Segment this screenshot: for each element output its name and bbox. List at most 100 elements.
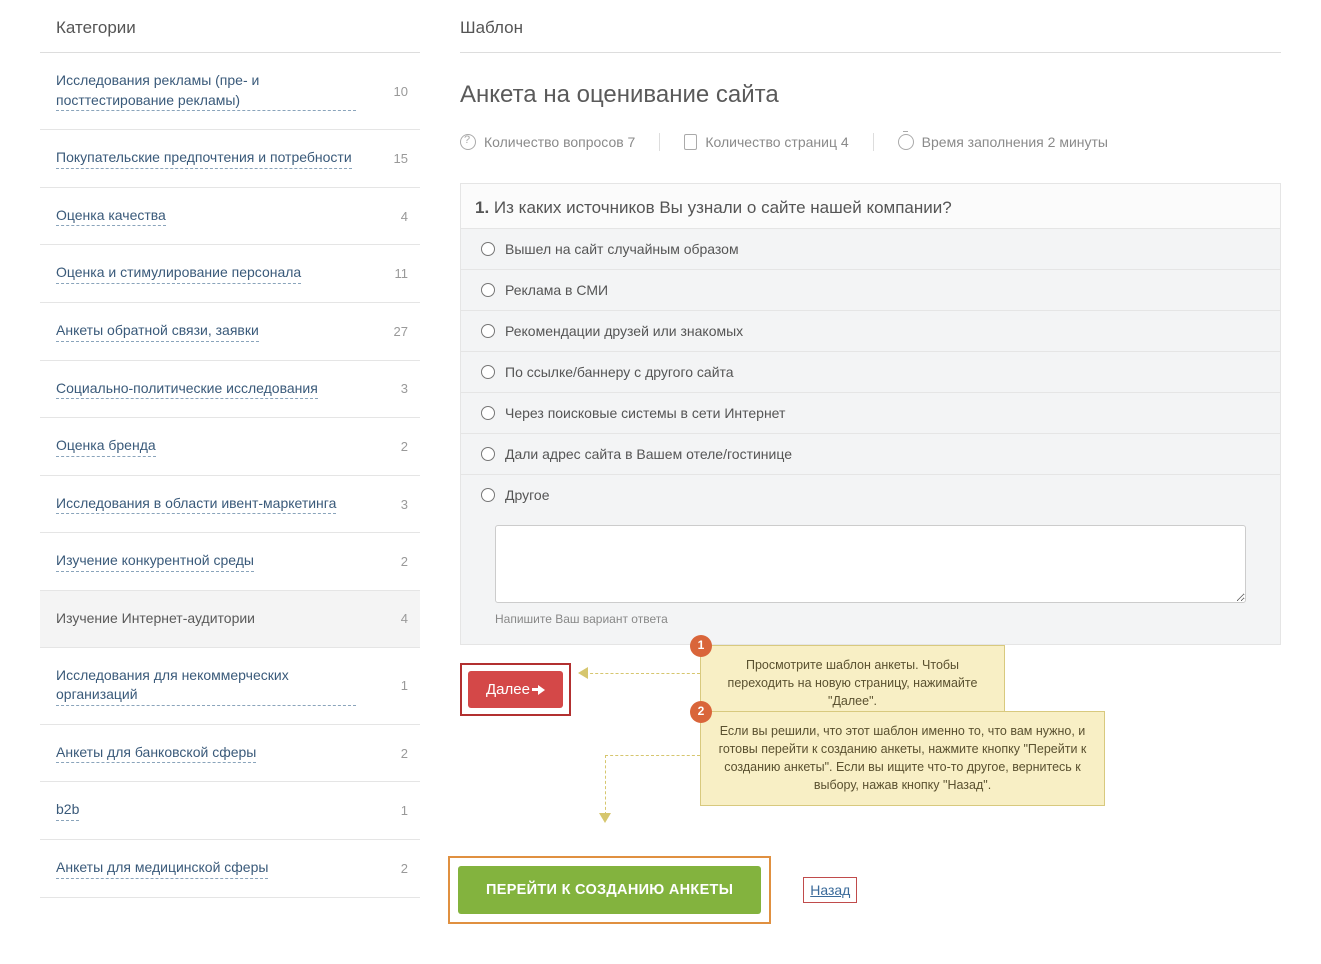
sidebar-item-label: Покупательские предпочтения и потребност… bbox=[56, 148, 352, 169]
sidebar-item-label: b2b bbox=[56, 800, 79, 821]
option-radio[interactable] bbox=[481, 324, 495, 338]
callout-2: 2 Если вы решили, что этот шаблон именно… bbox=[700, 711, 1105, 806]
meta-separator bbox=[873, 133, 874, 151]
option-label: Через поисковые системы в сети Интернет bbox=[505, 405, 785, 421]
sidebar-item[interactable]: Анкеты для медицинской сферы 2 bbox=[40, 840, 420, 898]
next-button-label: Далее bbox=[486, 681, 530, 698]
sidebar-item[interactable]: Социально-политические исследования 3 bbox=[40, 361, 420, 419]
option-row[interactable]: По ссылке/баннеру с другого сайта bbox=[461, 351, 1280, 392]
sidebar-item[interactable]: Оценка бренда2 bbox=[40, 418, 420, 476]
sidebar-item-label: Исследования для некоммерческих организа… bbox=[56, 666, 356, 706]
meta-pages-label: Количество страниц 4 bbox=[705, 134, 848, 150]
sidebar-item[interactable]: Покупательские предпочтения и потребност… bbox=[40, 130, 420, 188]
option-row[interactable]: Реклама в СМИ bbox=[461, 269, 1280, 310]
sidebar-item-label: Анкеты обратной связи, заявки bbox=[56, 321, 259, 342]
sidebar-title: Категории bbox=[40, 10, 420, 53]
sidebar-item-label: Социально-политические исследования bbox=[56, 379, 318, 400]
option-row[interactable]: Через поисковые системы в сети Интернет bbox=[461, 392, 1280, 433]
sidebar-item[interactable]: Оценка и стимулирование персонала 11 bbox=[40, 245, 420, 303]
sidebar-item-count: 2 bbox=[401, 439, 408, 454]
option-radio[interactable] bbox=[481, 365, 495, 379]
sidebar-item-count: 11 bbox=[395, 266, 409, 281]
create-survey-button[interactable]: ПЕРЕЙТИ К СОЗДАНИЮ АНКЕТЫ bbox=[458, 866, 761, 914]
option-radio[interactable] bbox=[481, 242, 495, 256]
option-label: Рекомендации друзей или знакомых bbox=[505, 323, 743, 339]
sidebar-item-label: Анкеты для банковской сферы bbox=[56, 743, 256, 764]
sidebar-item-label: Изучение конкурентной среды bbox=[56, 551, 254, 572]
option-radio[interactable] bbox=[481, 283, 495, 297]
next-button[interactable]: Далее bbox=[468, 671, 563, 708]
question-count-icon bbox=[460, 134, 476, 150]
main-section-title: Шаблон bbox=[460, 10, 1281, 53]
sidebar-item-count: 2 bbox=[401, 554, 408, 569]
sidebar-item-label: Исследования рекламы (пре- и посттестиро… bbox=[56, 71, 356, 111]
sidebar-item-count: 3 bbox=[401, 497, 408, 512]
sidebar-item-label: Оценка качества bbox=[56, 206, 166, 227]
back-link-highlight: Назад bbox=[803, 877, 857, 903]
sidebar-item-count: 2 bbox=[401, 746, 408, 761]
callout-2-text: Если вы решили, что этот шаблон именно т… bbox=[719, 724, 1087, 792]
arrow-right-icon bbox=[538, 685, 545, 695]
sidebar-item-label: Исследования в области ивент-маркетинга bbox=[56, 494, 336, 515]
sidebar-item-count: 27 bbox=[394, 324, 408, 339]
callout-2-line bbox=[605, 755, 700, 756]
question-title: 1. Из каких источников Вы узнали о сайте… bbox=[461, 184, 1280, 228]
sidebar-item-count: 15 bbox=[394, 151, 408, 166]
sidebar-item-count: 1 bbox=[401, 678, 408, 693]
option-row[interactable]: Вышел на сайт случайным образом bbox=[461, 228, 1280, 269]
back-link[interactable]: Назад bbox=[810, 882, 850, 898]
option-row[interactable]: Рекомендации друзей или знакомых bbox=[461, 310, 1280, 351]
sidebar-item[interactable]: b2b 1 bbox=[40, 782, 420, 840]
callout-1-text: Просмотрите шаблон анкеты. Чтобы переход… bbox=[728, 658, 978, 708]
option-radio[interactable] bbox=[481, 488, 495, 502]
callout-1-arrow-icon bbox=[578, 667, 588, 679]
sidebar-item-count: 10 bbox=[394, 84, 408, 99]
callout-badge-1: 1 bbox=[690, 635, 712, 657]
callout-2-line-v bbox=[605, 755, 606, 815]
meta-separator bbox=[659, 133, 660, 151]
create-button-highlight: ПЕРЕЙТИ К СОЗДАНИЮ АНКЕТЫ bbox=[448, 856, 771, 924]
sidebar: Категории Исследования рекламы (пре- и п… bbox=[40, 10, 420, 924]
option-radio[interactable] bbox=[481, 406, 495, 420]
sidebar-item-label: Анкеты для медицинской сферы bbox=[56, 858, 268, 879]
meta-time-label: Время заполнения 2 минуты bbox=[922, 134, 1108, 150]
other-answer-hint: Напишите Ваш вариант ответа bbox=[495, 612, 1246, 626]
sidebar-item-count: 2 bbox=[401, 861, 408, 876]
meta-questions-label: Количество вопросов 7 bbox=[484, 134, 635, 150]
option-label: Дали адрес сайта в Вашем отеле/гостинице bbox=[505, 446, 792, 462]
option-row[interactable]: Другое bbox=[461, 474, 1280, 515]
page-title: Анкета на оценивание сайта bbox=[460, 81, 1281, 109]
option-row[interactable]: Дали адрес сайта в Вашем отеле/гостинице bbox=[461, 433, 1280, 474]
sidebar-item-count: 3 bbox=[401, 381, 408, 396]
question-text: Из каких источников Вы узнали о сайте на… bbox=[494, 198, 952, 217]
option-label: Реклама в СМИ bbox=[505, 282, 608, 298]
callout-1-line bbox=[585, 673, 700, 674]
option-label: Другое bbox=[505, 487, 549, 503]
timer-icon bbox=[898, 134, 914, 150]
callout-2-arrow-icon bbox=[599, 813, 611, 823]
sidebar-item[interactable]: Исследования для некоммерческих организа… bbox=[40, 648, 420, 725]
next-button-highlight: Далее bbox=[460, 663, 571, 716]
sidebar-item[interactable]: Изучение Интернет-аудитории 4 bbox=[40, 591, 420, 648]
sidebar-item[interactable]: Оценка качества 4 bbox=[40, 188, 420, 246]
option-radio[interactable] bbox=[481, 447, 495, 461]
sidebar-item-count: 1 bbox=[401, 803, 408, 818]
sidebar-item[interactable]: Изучение конкурентной среды 2 bbox=[40, 533, 420, 591]
meta-questions: Количество вопросов 7 bbox=[460, 134, 635, 150]
option-label: Вышел на сайт случайным образом bbox=[505, 241, 739, 257]
sidebar-item[interactable]: Анкеты обратной связи, заявки 27 bbox=[40, 303, 420, 361]
sidebar-item-label: Изучение Интернет-аудитории bbox=[56, 609, 255, 629]
callout-badge-2: 2 bbox=[690, 701, 712, 723]
main-content: Шаблон Анкета на оценивание сайта Количе… bbox=[460, 10, 1281, 924]
sidebar-item[interactable]: Исследования в области ивент-маркетинга 3 bbox=[40, 476, 420, 534]
question-block: 1. Из каких источников Вы узнали о сайте… bbox=[460, 183, 1281, 645]
sidebar-item-label: Оценка и стимулирование персонала bbox=[56, 263, 301, 284]
sidebar-item[interactable]: Исследования рекламы (пре- и посттестиро… bbox=[40, 53, 420, 130]
question-number: 1. bbox=[475, 198, 489, 217]
option-label: По ссылке/баннеру с другого сайта bbox=[505, 364, 734, 380]
sidebar-item[interactable]: Анкеты для банковской сферы 2 bbox=[40, 725, 420, 783]
meta-time: Время заполнения 2 минуты bbox=[898, 134, 1108, 150]
sidebar-item-count: 4 bbox=[401, 209, 408, 224]
sidebar-item-count: 4 bbox=[401, 611, 408, 626]
other-answer-input[interactable] bbox=[495, 525, 1246, 603]
